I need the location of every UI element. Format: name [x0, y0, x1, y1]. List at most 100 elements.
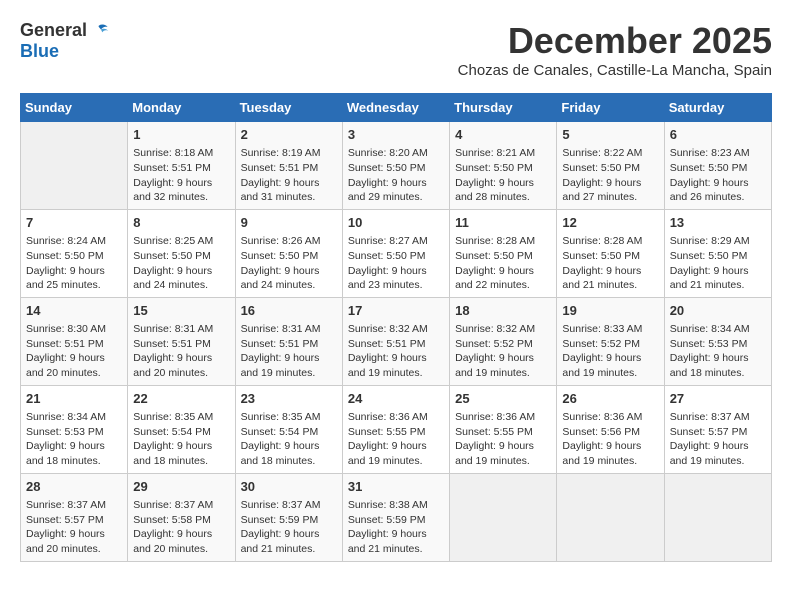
day-number: 9: [241, 214, 337, 232]
calendar-cell: 4 Sunrise: 8:21 AM Sunset: 5:50 PM Daylig…: [450, 122, 557, 210]
weekday-header-saturday: Saturday: [664, 94, 771, 122]
day-info: Sunrise: 8:31 AM Sunset: 5:51 PM Dayligh…: [133, 322, 229, 381]
day-number: 1: [133, 126, 229, 144]
day-info: Sunrise: 8:35 AM Sunset: 5:54 PM Dayligh…: [133, 410, 229, 469]
calendar-cell: 19 Sunrise: 8:33 AM Sunset: 5:52 PM Dayli…: [557, 297, 664, 385]
day-info: Sunrise: 8:38 AM Sunset: 5:59 PM Dayligh…: [348, 498, 444, 557]
calendar-cell: 12 Sunrise: 8:28 AM Sunset: 5:50 PM Dayli…: [557, 209, 664, 297]
calendar-cell: 26 Sunrise: 8:36 AM Sunset: 5:56 PM Dayli…: [557, 385, 664, 473]
day-info: Sunrise: 8:29 AM Sunset: 5:50 PM Dayligh…: [670, 234, 766, 293]
day-info: Sunrise: 8:20 AM Sunset: 5:50 PM Dayligh…: [348, 146, 444, 205]
calendar-cell: 1Sunrise: 8:18 AM Sunset: 5:51 PM Daylig…: [128, 122, 235, 210]
day-info: Sunrise: 8:27 AM Sunset: 5:50 PM Dayligh…: [348, 234, 444, 293]
day-number: 15: [133, 302, 229, 320]
day-number: 26: [562, 390, 658, 408]
day-info: Sunrise: 8:19 AM Sunset: 5:51 PM Dayligh…: [241, 146, 337, 205]
calendar-cell: 30 Sunrise: 8:37 AM Sunset: 5:59 PM Dayli…: [235, 473, 342, 561]
calendar-cell: [664, 473, 771, 561]
calendar-cell: 9 Sunrise: 8:26 AM Sunset: 5:50 PM Daylig…: [235, 209, 342, 297]
calendar-cell: 23 Sunrise: 8:35 AM Sunset: 5:54 PM Dayli…: [235, 385, 342, 473]
page-header: General Blue December 2025 Chozas de Can…: [20, 20, 772, 89]
calendar-week-row: 1Sunrise: 8:18 AM Sunset: 5:51 PM Daylig…: [21, 122, 772, 210]
day-number: 25: [455, 390, 551, 408]
day-number: 4: [455, 126, 551, 144]
calendar-cell: 6 Sunrise: 8:23 AM Sunset: 5:50 PM Daylig…: [664, 122, 771, 210]
day-info: Sunrise: 8:33 AM Sunset: 5:52 PM Dayligh…: [562, 322, 658, 381]
day-number: 11: [455, 214, 551, 232]
day-info: Sunrise: 8:37 AM Sunset: 5:57 PM Dayligh…: [670, 410, 766, 469]
logo-blue-text: Blue: [20, 41, 59, 62]
logo-general-text: General: [20, 20, 87, 41]
logo-bird-icon: [89, 21, 109, 41]
calendar-cell: 28Sunrise: 8:37 AM Sunset: 5:57 PM Dayli…: [21, 473, 128, 561]
day-info: Sunrise: 8:28 AM Sunset: 5:50 PM Dayligh…: [562, 234, 658, 293]
calendar-cell: 16Sunrise: 8:31 AM Sunset: 5:51 PM Dayli…: [235, 297, 342, 385]
day-number: 31: [348, 478, 444, 496]
calendar-cell: 13 Sunrise: 8:29 AM Sunset: 5:50 PM Dayli…: [664, 209, 771, 297]
day-number: 22: [133, 390, 229, 408]
day-info: Sunrise: 8:36 AM Sunset: 5:56 PM Dayligh…: [562, 410, 658, 469]
calendar-cell: [450, 473, 557, 561]
day-info: Sunrise: 8:32 AM Sunset: 5:51 PM Dayligh…: [348, 322, 444, 381]
calendar-cell: 24Sunrise: 8:36 AM Sunset: 5:55 PM Dayli…: [342, 385, 449, 473]
weekday-header-wednesday: Wednesday: [342, 94, 449, 122]
day-number: 29: [133, 478, 229, 496]
day-number: 17: [348, 302, 444, 320]
day-number: 13: [670, 214, 766, 232]
day-number: 6: [670, 126, 766, 144]
day-number: 30: [241, 478, 337, 496]
day-number: 21: [26, 390, 122, 408]
day-number: 20: [670, 302, 766, 320]
weekday-header-thursday: Thursday: [450, 94, 557, 122]
day-number: 27: [670, 390, 766, 408]
month-title: December 2025: [458, 20, 772, 62]
calendar-cell: 7Sunrise: 8:24 AM Sunset: 5:50 PM Daylig…: [21, 209, 128, 297]
day-number: 23: [241, 390, 337, 408]
calendar-cell: 29Sunrise: 8:37 AM Sunset: 5:58 PM Dayli…: [128, 473, 235, 561]
day-number: 3: [348, 126, 444, 144]
day-number: 18: [455, 302, 551, 320]
day-number: 16: [241, 302, 337, 320]
day-number: 14: [26, 302, 122, 320]
day-number: 2: [241, 126, 337, 144]
day-info: Sunrise: 8:21 AM Sunset: 5:50 PM Dayligh…: [455, 146, 551, 205]
day-info: Sunrise: 8:22 AM Sunset: 5:50 PM Dayligh…: [562, 146, 658, 205]
day-info: Sunrise: 8:28 AM Sunset: 5:50 PM Dayligh…: [455, 234, 551, 293]
day-info: Sunrise: 8:34 AM Sunset: 5:53 PM Dayligh…: [26, 410, 122, 469]
day-number: 10: [348, 214, 444, 232]
calendar-cell: 17 Sunrise: 8:32 AM Sunset: 5:51 PM Dayli…: [342, 297, 449, 385]
calendar-week-row: 14 Sunrise: 8:30 AM Sunset: 5:51 PM Dayli…: [21, 297, 772, 385]
calendar-week-row: 28Sunrise: 8:37 AM Sunset: 5:57 PM Dayli…: [21, 473, 772, 561]
day-info: Sunrise: 8:37 AM Sunset: 5:59 PM Dayligh…: [241, 498, 337, 557]
calendar-table: SundayMondayTuesdayWednesdayThursdayFrid…: [20, 93, 772, 562]
day-number: 19: [562, 302, 658, 320]
calendar-cell: 22 Sunrise: 8:35 AM Sunset: 5:54 PM Dayli…: [128, 385, 235, 473]
calendar-cell: 11 Sunrise: 8:28 AM Sunset: 5:50 PM Dayli…: [450, 209, 557, 297]
day-number: 12: [562, 214, 658, 232]
calendar-cell: 8 Sunrise: 8:25 AM Sunset: 5:50 PM Daylig…: [128, 209, 235, 297]
calendar-week-row: 21 Sunrise: 8:34 AM Sunset: 5:53 PM Dayli…: [21, 385, 772, 473]
day-number: 7: [26, 214, 122, 232]
day-info: Sunrise: 8:34 AM Sunset: 5:53 PM Dayligh…: [670, 322, 766, 381]
day-number: 8: [133, 214, 229, 232]
calendar-cell: 31 Sunrise: 8:38 AM Sunset: 5:59 PM Dayli…: [342, 473, 449, 561]
calendar-cell: 21 Sunrise: 8:34 AM Sunset: 5:53 PM Dayli…: [21, 385, 128, 473]
calendar-week-row: 7Sunrise: 8:24 AM Sunset: 5:50 PM Daylig…: [21, 209, 772, 297]
calendar-cell: 15 Sunrise: 8:31 AM Sunset: 5:51 PM Dayli…: [128, 297, 235, 385]
calendar-cell: [557, 473, 664, 561]
calendar-cell: 27 Sunrise: 8:37 AM Sunset: 5:57 PM Dayli…: [664, 385, 771, 473]
day-info: Sunrise: 8:30 AM Sunset: 5:51 PM Dayligh…: [26, 322, 122, 381]
day-info: Sunrise: 8:25 AM Sunset: 5:50 PM Dayligh…: [133, 234, 229, 293]
day-info: Sunrise: 8:32 AM Sunset: 5:52 PM Dayligh…: [455, 322, 551, 381]
day-number: 28: [26, 478, 122, 496]
weekday-header-sunday: Sunday: [21, 94, 128, 122]
day-info: Sunrise: 8:26 AM Sunset: 5:50 PM Dayligh…: [241, 234, 337, 293]
weekday-header-friday: Friday: [557, 94, 664, 122]
day-info: Sunrise: 8:36 AM Sunset: 5:55 PM Dayligh…: [348, 410, 444, 469]
calendar-cell: 10 Sunrise: 8:27 AM Sunset: 5:50 PM Dayli…: [342, 209, 449, 297]
calendar-cell: 3 Sunrise: 8:20 AM Sunset: 5:50 PM Daylig…: [342, 122, 449, 210]
day-info: Sunrise: 8:35 AM Sunset: 5:54 PM Dayligh…: [241, 410, 337, 469]
weekday-header-monday: Monday: [128, 94, 235, 122]
weekday-header-row: SundayMondayTuesdayWednesdayThursdayFrid…: [21, 94, 772, 122]
day-info: Sunrise: 8:23 AM Sunset: 5:50 PM Dayligh…: [670, 146, 766, 205]
